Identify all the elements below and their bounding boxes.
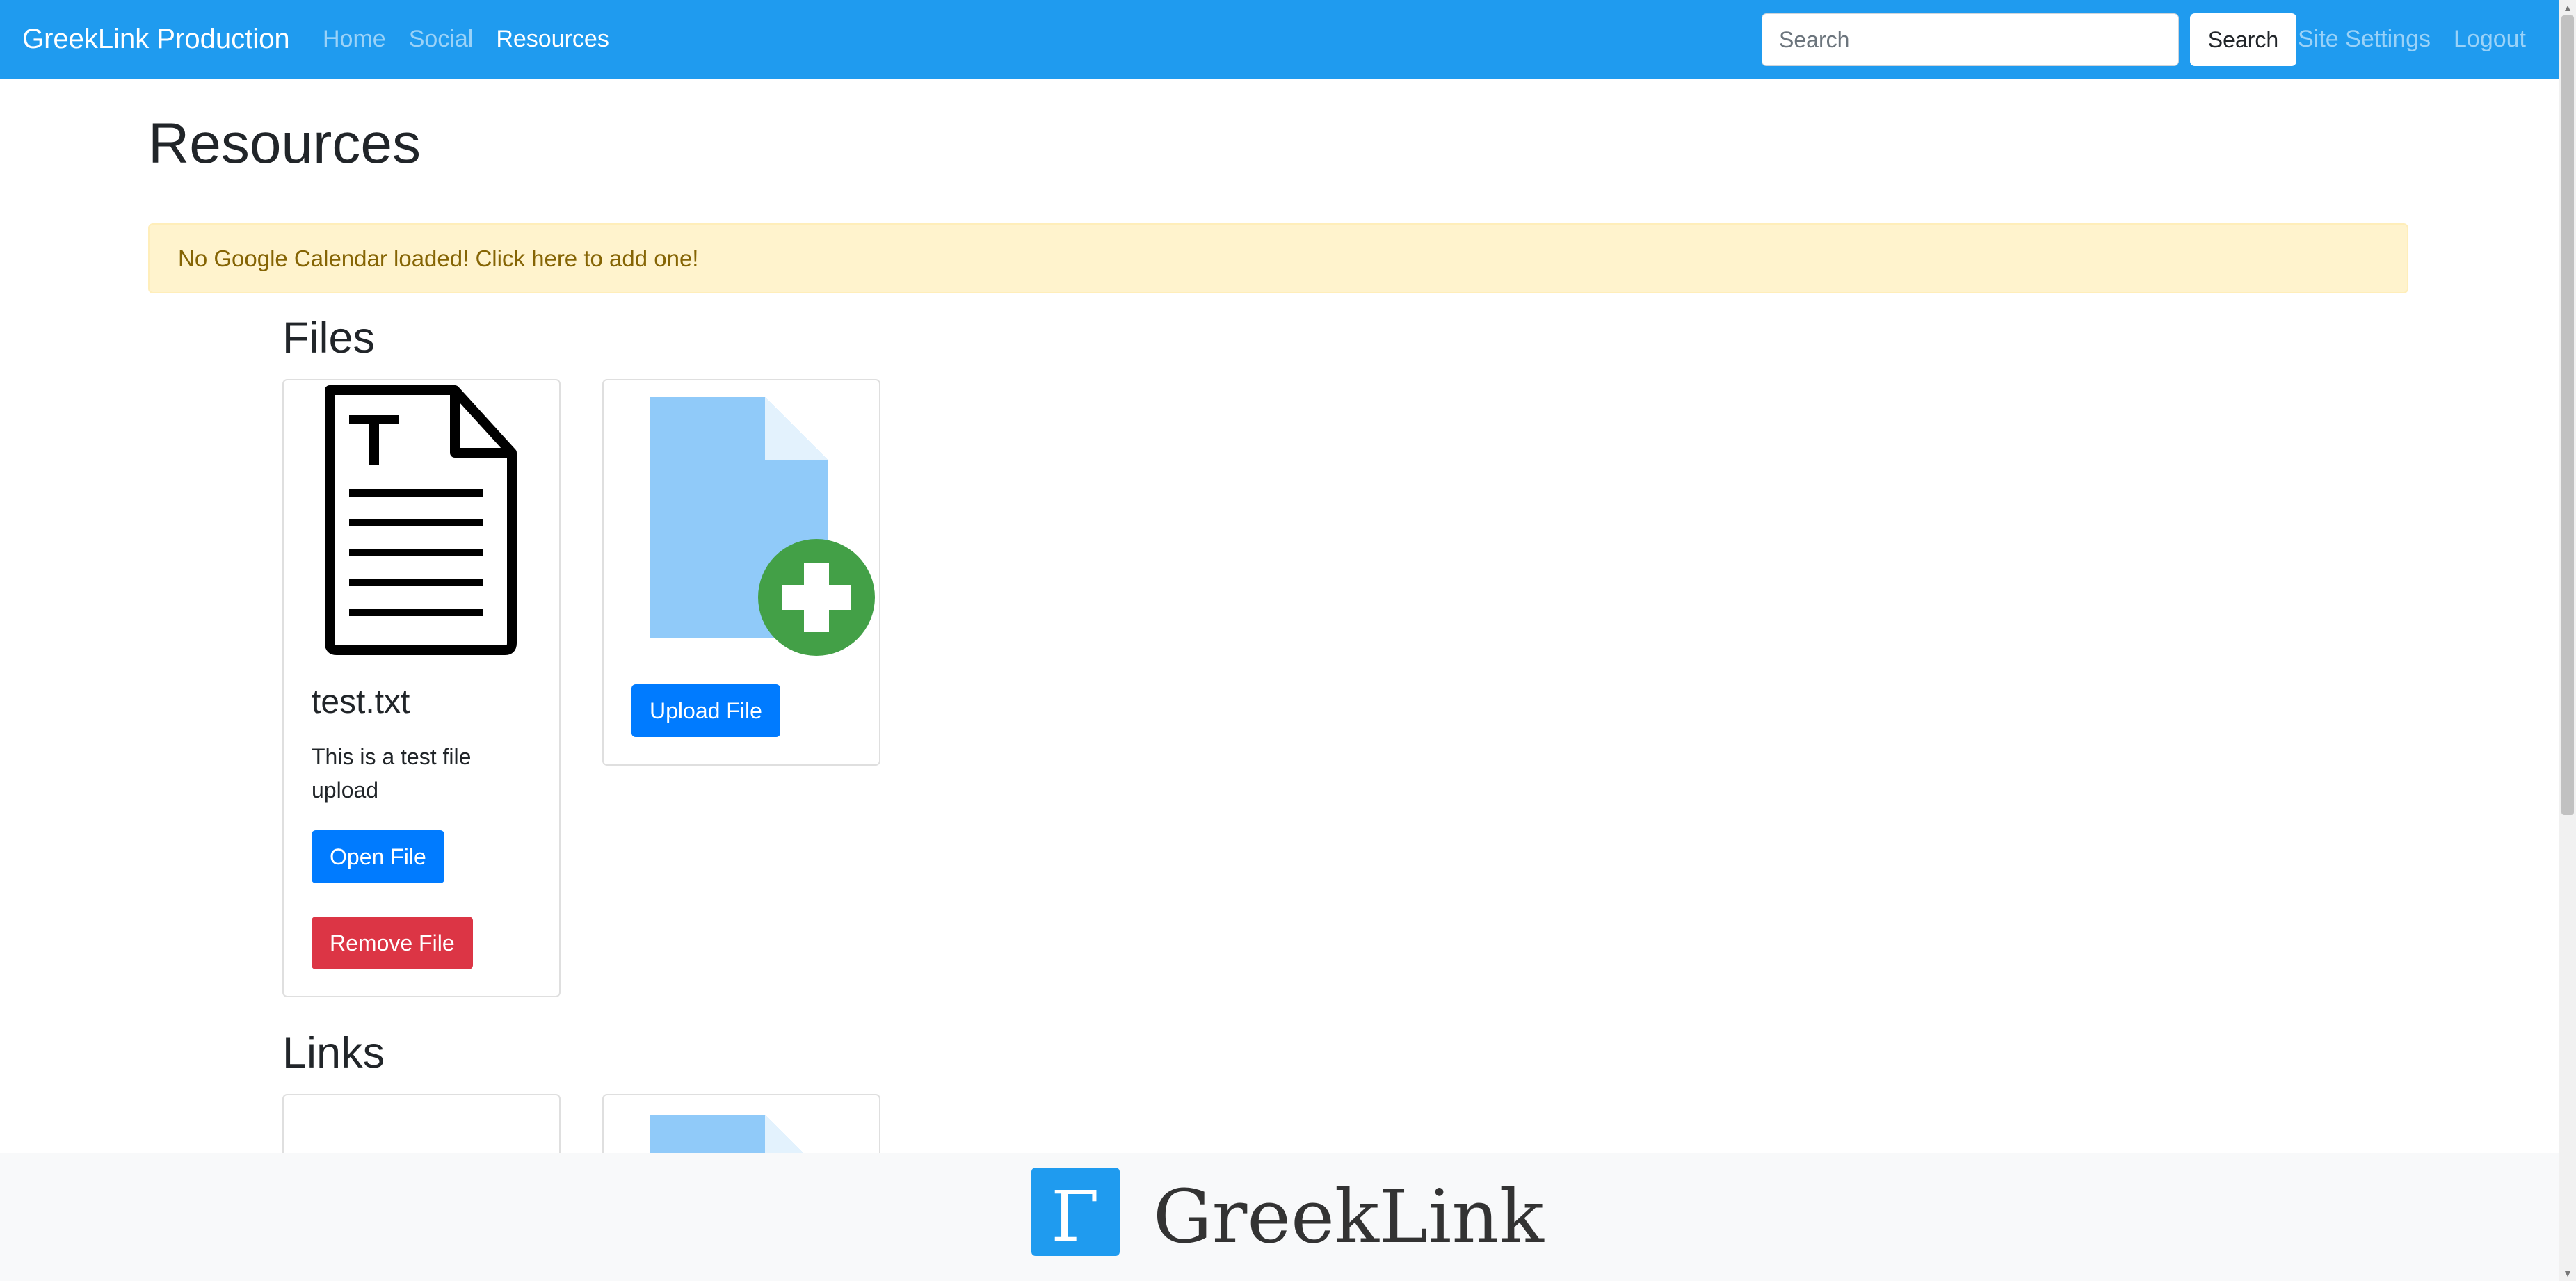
scrollbar-thumb[interactable] xyxy=(2561,15,2574,815)
nav-right-links: Site Settings Logout xyxy=(2298,26,2526,53)
greeklink-logo-icon: Γ xyxy=(1031,1168,1120,1257)
add-file-icon xyxy=(650,397,875,656)
scroll-up-arrow-icon[interactable]: ▲ xyxy=(2559,0,2576,15)
open-file-button[interactable]: Open File xyxy=(312,830,444,883)
logo-letter: Γ xyxy=(1051,1176,1099,1256)
file-card: test.txt This is a test file upload Open… xyxy=(282,379,561,997)
page-scrollbar[interactable]: ▲ ▼ xyxy=(2559,0,2576,1281)
page-title: Resources xyxy=(148,112,421,175)
nav-links: Home Social Resources xyxy=(323,26,609,53)
top-navbar: GreekLink Production Home Social Resourc… xyxy=(0,0,2559,79)
file-title: test.txt xyxy=(312,684,410,720)
nav-link-resources[interactable]: Resources xyxy=(496,26,609,53)
calendar-alert[interactable]: No Google Calendar loaded! Click here to… xyxy=(148,223,2408,293)
nav-link-logout[interactable]: Logout xyxy=(2454,26,2526,53)
nav-link-site-settings[interactable]: Site Settings xyxy=(2298,26,2431,53)
nav-link-social[interactable]: Social xyxy=(409,26,474,53)
links-heading: Links xyxy=(282,1029,385,1077)
files-heading: Files xyxy=(282,314,376,362)
file-description: This is a test file upload xyxy=(312,744,472,803)
footer-brand: GreekLink xyxy=(1153,1174,1544,1259)
remove-file-button[interactable]: Remove File xyxy=(312,917,473,969)
search-button[interactable]: Search xyxy=(2190,13,2296,66)
footer: Γ GreekLink xyxy=(0,1153,2559,1281)
upload-file-button[interactable]: Upload File xyxy=(631,684,780,737)
text-file-icon xyxy=(325,385,517,655)
scroll-down-arrow-icon[interactable]: ▼ xyxy=(2559,1266,2576,1281)
upload-card: Upload File xyxy=(602,379,880,766)
search-input[interactable] xyxy=(1762,13,2179,66)
nav-link-home[interactable]: Home xyxy=(323,26,386,53)
navbar-brand[interactable]: GreekLink Production xyxy=(22,24,290,55)
